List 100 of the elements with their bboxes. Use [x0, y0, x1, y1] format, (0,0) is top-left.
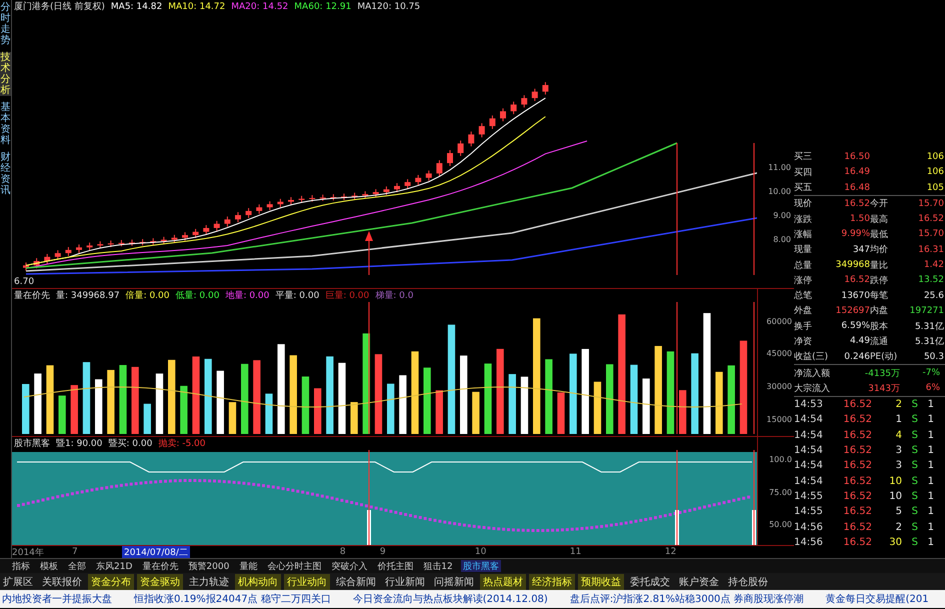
up-arrow-icon — [365, 231, 373, 241]
marker-line — [368, 240, 370, 275]
quote-volume: 105 — [926, 182, 944, 193]
indicator-tab[interactable]: 价托主图 — [375, 560, 416, 572]
quote-price: 16.48 — [844, 182, 870, 193]
indicator-tab[interactable]: 股市黑客 — [460, 560, 501, 572]
candlestick — [160, 236, 167, 244]
stat-label: 量比 — [870, 260, 888, 272]
candlestick — [341, 193, 347, 200]
stat-value: 15.70 — [918, 229, 944, 240]
news-link[interactable]: 恒指收涨0.19%报24047点 稳守二万四关口 — [134, 592, 331, 606]
date-axis-label: 8 — [340, 547, 347, 557]
candlestick — [140, 238, 146, 246]
stat-value: 50.3 — [924, 352, 944, 362]
indicator-tab[interactable]: 东风21D — [94, 560, 134, 572]
candlestick — [214, 220, 220, 232]
candlestick — [118, 240, 124, 247]
side-tab[interactable]: 财经资讯 — [0, 152, 11, 196]
candlestick — [182, 232, 188, 242]
indicator-tab[interactable]: 狙击12 — [421, 560, 455, 572]
indicator-label: 暨1: 90.00 — [56, 438, 102, 450]
stat-label: 内盘 — [870, 304, 888, 318]
indicator-tab[interactable]: 量在价先 — [140, 560, 180, 572]
stat-label: 最低 — [870, 228, 888, 241]
indicator-tab[interactable]: 预警2000 — [186, 560, 232, 572]
tick-price: 16.52 — [843, 506, 872, 518]
indicator-tab[interactable]: 突破介入 — [329, 560, 370, 572]
tick-time: 14:54 — [794, 445, 823, 456]
news-link[interactable]: 盘后点评:沪指涨2.81%站稳3000点 券商股现涨停潮 — [570, 592, 804, 606]
candlestick — [86, 242, 93, 251]
candlestick — [436, 160, 442, 177]
tick-count: 1 — [928, 414, 934, 426]
candlestick — [372, 188, 379, 198]
extension-tab[interactable]: 预期收益 — [578, 574, 624, 590]
indicator-tab[interactable]: 全部 — [66, 560, 88, 572]
axis-label: 75.00 — [769, 488, 792, 498]
tick-volume: 2 — [896, 399, 902, 410]
tick-count: 1 — [928, 490, 934, 502]
volume-indicator-label: 地量: 0.00 — [225, 290, 270, 302]
extension-tab[interactable]: 扩展区 — [0, 574, 36, 590]
indicator-label: 暨买: 0.00 — [108, 438, 152, 450]
news-link[interactable]: 黄金每日交易提醒(201 — [826, 592, 929, 606]
tick-time: 14:54 — [794, 460, 823, 472]
extension-tab[interactable]: 资金驱动 — [137, 574, 183, 590]
candlestick — [478, 122, 485, 138]
candlestick — [23, 262, 29, 272]
stat-label: 均价 — [870, 244, 888, 256]
extension-tab[interactable]: 持仓股份 — [725, 574, 771, 590]
news-link[interactable]: 今日资金流向与热点板块解读(2014.12.08) — [352, 592, 548, 606]
side-tab[interactable]: 技术分析 — [0, 52, 11, 96]
candlestick — [330, 194, 336, 201]
stat-label: 总笔 — [794, 290, 812, 302]
news-link[interactable]: 内地投资者一并提振大盘 — [2, 592, 112, 606]
side-tab[interactable]: 基本资料 — [0, 102, 11, 146]
stat-label: 涨幅 — [794, 228, 812, 241]
stat-value: 0.246 — [844, 352, 870, 362]
tick-price: 16.52 — [843, 476, 872, 487]
stat-value: 15.70 — [918, 198, 944, 209]
stat-value: 25.6 — [924, 290, 944, 301]
axis-label: 45000 — [766, 349, 792, 360]
tick-price: 16.52 — [843, 460, 872, 472]
axis-label: 9.00 — [773, 210, 791, 220]
extension-tab[interactable]: 机构动向 — [235, 574, 281, 590]
candlestick — [288, 196, 294, 206]
candlestick — [65, 246, 72, 256]
indicator-tab[interactable]: 量能 — [237, 560, 260, 572]
quote-volume: 106 — [926, 167, 944, 178]
stat-label: 收益(三) — [794, 350, 828, 364]
axis-label: 10.00 — [768, 186, 791, 196]
indicator-tab[interactable]: 指标 — [10, 560, 32, 572]
stat-label: 现量 — [794, 244, 812, 256]
date-axis-label: 10 — [474, 547, 488, 557]
stat-label: 总量 — [794, 260, 812, 272]
tick-time: 14:53 — [794, 399, 823, 410]
extension-tab[interactable]: 热点题材 — [480, 574, 526, 590]
side-tab[interactable]: 分时走势 — [0, 2, 11, 46]
extension-tab[interactable]: 经济指标 — [529, 574, 575, 590]
stat-value: 16.31 — [918, 244, 944, 255]
tick-time: 14:54 — [794, 430, 823, 441]
candlestick — [510, 101, 517, 115]
flow-percent: 6% — [926, 383, 940, 394]
extension-tab[interactable]: 资金分布 — [88, 574, 134, 590]
tick-time: 14:55 — [794, 506, 823, 518]
signal-bar — [675, 510, 679, 545]
indicator-tab[interactable]: 模板 — [38, 560, 60, 572]
tick-count: 1 — [928, 445, 934, 456]
tick-volume: 2 — [896, 522, 902, 533]
candlestick — [320, 194, 326, 202]
extension-tab[interactable]: 主力轨迹 — [186, 574, 232, 590]
stat-value: 197271 — [910, 306, 944, 316]
chart-title: 厦门港务(日线 前复权) — [14, 0, 105, 13]
volume-indicator-label: 低量: 0.00 — [176, 290, 220, 302]
tick-side: S — [912, 490, 918, 502]
tick-count: 1 — [928, 522, 934, 533]
stat-label: PE(动) — [870, 350, 898, 364]
indicator-tab[interactable]: 会心分时主图 — [265, 560, 324, 572]
tick-volume: 5 — [896, 506, 902, 518]
volume-indicator-label: 梯量: 0.0 — [375, 290, 414, 302]
extension-tab[interactable]: 行业动向 — [284, 574, 330, 590]
candlestick — [246, 208, 252, 218]
